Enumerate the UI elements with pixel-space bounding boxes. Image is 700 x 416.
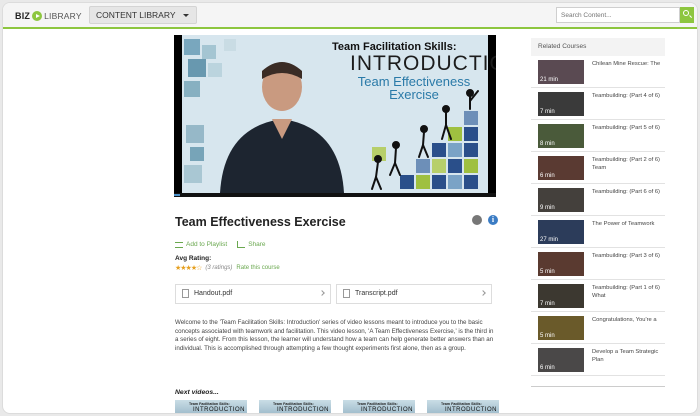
course-tools: i xyxy=(472,215,498,225)
sidebar-divider xyxy=(531,386,665,387)
related-course-thumb: 5 min xyxy=(538,252,584,276)
video-player[interactable]: Team Facilitation Skills: INTRODUCTION T… xyxy=(174,35,496,197)
add-to-playlist-label: Add to Playlist xyxy=(186,241,228,248)
app-window: BIZ LIBRARY CONTENT LIBRARY Search Conte… xyxy=(2,2,698,414)
search-input[interactable] xyxy=(556,7,680,23)
dropdown-selected-value: CONTENT LIBRARY xyxy=(96,10,176,20)
related-course-item[interactable]: 8 min Teambuilding: (Part 5 of 6) xyxy=(531,120,665,152)
ratings-count: (3 ratings) xyxy=(205,265,233,271)
next-videos-label: Next videos... xyxy=(175,389,219,396)
info-icon[interactable]: i xyxy=(488,215,498,225)
search-button[interactable] xyxy=(680,7,694,23)
related-course-duration: 21 min xyxy=(540,77,559,83)
related-course-thumb: 7 min xyxy=(538,92,584,116)
related-course-item[interactable]: 6 min Develop a Team Strategic Plan xyxy=(531,344,665,376)
chevron-right-icon xyxy=(480,290,486,296)
next-video-thumb[interactable]: Team Facilitation Skills: INTRODUCTION xyxy=(427,400,499,413)
rating-stars: ★★★★☆ xyxy=(175,265,202,272)
related-course-title: Develop a Team Strategic Plan xyxy=(592,349,659,363)
next-video-line1: Team Facilitation Skills: xyxy=(273,402,314,406)
related-course-item[interactable]: 5 min Congratulations, You're a xyxy=(531,312,665,344)
next-video-line2: INTRODUCTION xyxy=(445,407,497,413)
related-course-thumb: 7 min xyxy=(538,284,584,308)
related-course-thumb: 9 min xyxy=(538,188,584,212)
chevron-right-icon xyxy=(319,290,325,296)
video-progress-bar[interactable] xyxy=(174,193,496,197)
next-video-line1: Team Facilitation Skills: xyxy=(441,402,482,406)
next-video-line2: INTRODUCTION xyxy=(361,407,413,413)
related-course-thumb: 5 min xyxy=(538,316,584,340)
avg-rating-label: Avg Rating: xyxy=(175,255,212,262)
related-course-item[interactable]: 7 min Teambuilding: (Part 4 of 6) xyxy=(531,88,665,120)
related-course-thumb: 27 min xyxy=(538,220,584,244)
file-name: Handout.pdf xyxy=(194,290,233,297)
document-icon xyxy=(343,289,350,298)
related-course-duration: 6 min xyxy=(540,173,555,179)
related-course-title: Teambuilding: (Part 1 of 6) What xyxy=(592,285,660,299)
logo-library-text: LIBRARY xyxy=(44,11,82,21)
playlist-icon xyxy=(175,241,183,248)
related-course-item[interactable]: 9 min Teambuilding: (Part 6 of 6) xyxy=(531,184,665,216)
related-course-item[interactable]: 7 min Teambuilding: (Part 1 of 6) What xyxy=(531,280,665,312)
related-course-title: Teambuilding: (Part 3 of 6) xyxy=(592,253,660,259)
caret-down-icon xyxy=(183,14,189,17)
rating-line: ★★★★☆ (3 ratings) Rate this course xyxy=(175,264,280,272)
related-course-title: Teambuilding: (Part 6 of 6) xyxy=(592,189,660,195)
handout-file-link[interactable]: Handout.pdf xyxy=(175,284,331,304)
related-course-item[interactable]: 5 min Teambuilding: (Part 3 of 6) xyxy=(531,248,665,280)
transcript-file-link[interactable]: Transcript.pdf xyxy=(336,284,492,304)
video-title-line3: Team Effectiveness Exercise xyxy=(357,74,471,102)
related-course-item[interactable]: 6 min Teambuilding: (Part 2 of 6) Team xyxy=(531,152,665,184)
related-course-item[interactable]: 27 min The Power of Teamwork xyxy=(531,216,665,248)
related-courses-heading: Related Courses xyxy=(531,38,665,56)
related-course-duration: 5 min xyxy=(540,269,555,275)
related-course-title: Chilean Mine Rescue: The xyxy=(592,61,661,67)
related-course-duration: 7 min xyxy=(540,301,555,307)
next-video-line2: INTRODUCTION xyxy=(193,407,245,413)
next-video-thumb[interactable]: Team Facilitation Skills: INTRODUCTION xyxy=(259,400,331,413)
content-library-dropdown[interactable]: CONTENT LIBRARY xyxy=(89,6,197,24)
related-course-duration: 9 min xyxy=(540,205,555,211)
search-icon xyxy=(683,10,689,16)
video-title-line2: INTRODUCTION xyxy=(350,52,496,75)
bizlibrary-logo[interactable]: BIZ LIBRARY xyxy=(15,10,82,22)
share-link[interactable]: Share xyxy=(237,241,266,248)
related-course-thumb: 21 min xyxy=(538,60,584,84)
top-header: BIZ LIBRARY CONTENT LIBRARY xyxy=(3,3,697,29)
file-name: Transcript.pdf xyxy=(355,290,398,297)
course-title: Team Effectiveness Exercise xyxy=(175,215,346,229)
related-course-duration: 7 min xyxy=(540,109,555,115)
next-video-line2: INTRODUCTION xyxy=(277,407,329,413)
related-course-thumb: 6 min xyxy=(538,348,584,372)
share-label: Share xyxy=(248,241,266,248)
related-courses-list: 21 min Chilean Mine Rescue: The 7 min Teamb… xyxy=(531,56,665,376)
next-video-line1: Team Facilitation Skills: xyxy=(357,402,398,406)
related-course-title: Teambuilding: (Part 2 of 6) Team xyxy=(592,157,660,171)
next-video-thumb[interactable]: Team Facilitation Skills: INTRODUCTION xyxy=(343,400,415,413)
related-course-duration: 5 min xyxy=(540,333,555,339)
next-video-line1: Team Facilitation Skills: xyxy=(189,402,230,406)
next-video-thumb[interactable]: Team Facilitation Skills: INTRODUCTION xyxy=(175,400,247,413)
play-logo-icon xyxy=(32,11,43,21)
rate-course-link[interactable]: Rate this course xyxy=(236,265,279,271)
share-circle-icon[interactable] xyxy=(472,215,482,225)
related-course-title: Congratulations, You're a xyxy=(592,317,657,323)
related-course-duration: 27 min xyxy=(540,237,559,243)
related-course-title: Teambuilding: (Part 4 of 6) xyxy=(592,93,660,99)
share-icon xyxy=(237,241,246,248)
document-icon xyxy=(182,289,189,298)
related-course-title: The Power of Teamwork xyxy=(592,221,655,227)
add-to-playlist-link[interactable]: Add to Playlist xyxy=(175,241,227,248)
related-course-thumb: 6 min xyxy=(538,156,584,180)
related-course-title: Teambuilding: (Part 5 of 6) xyxy=(592,125,660,131)
course-actions: Add to Playlist Share xyxy=(175,241,266,248)
related-course-duration: 6 min xyxy=(540,365,555,371)
course-description: Welcome to the 'Team Facilitation Skills… xyxy=(175,319,494,352)
related-course-item[interactable]: 21 min Chilean Mine Rescue: The xyxy=(531,56,665,88)
related-course-thumb: 8 min xyxy=(538,124,584,148)
related-course-duration: 8 min xyxy=(540,141,555,147)
logo-biz-text: BIZ xyxy=(15,11,31,21)
video-progress-fill xyxy=(174,194,181,196)
